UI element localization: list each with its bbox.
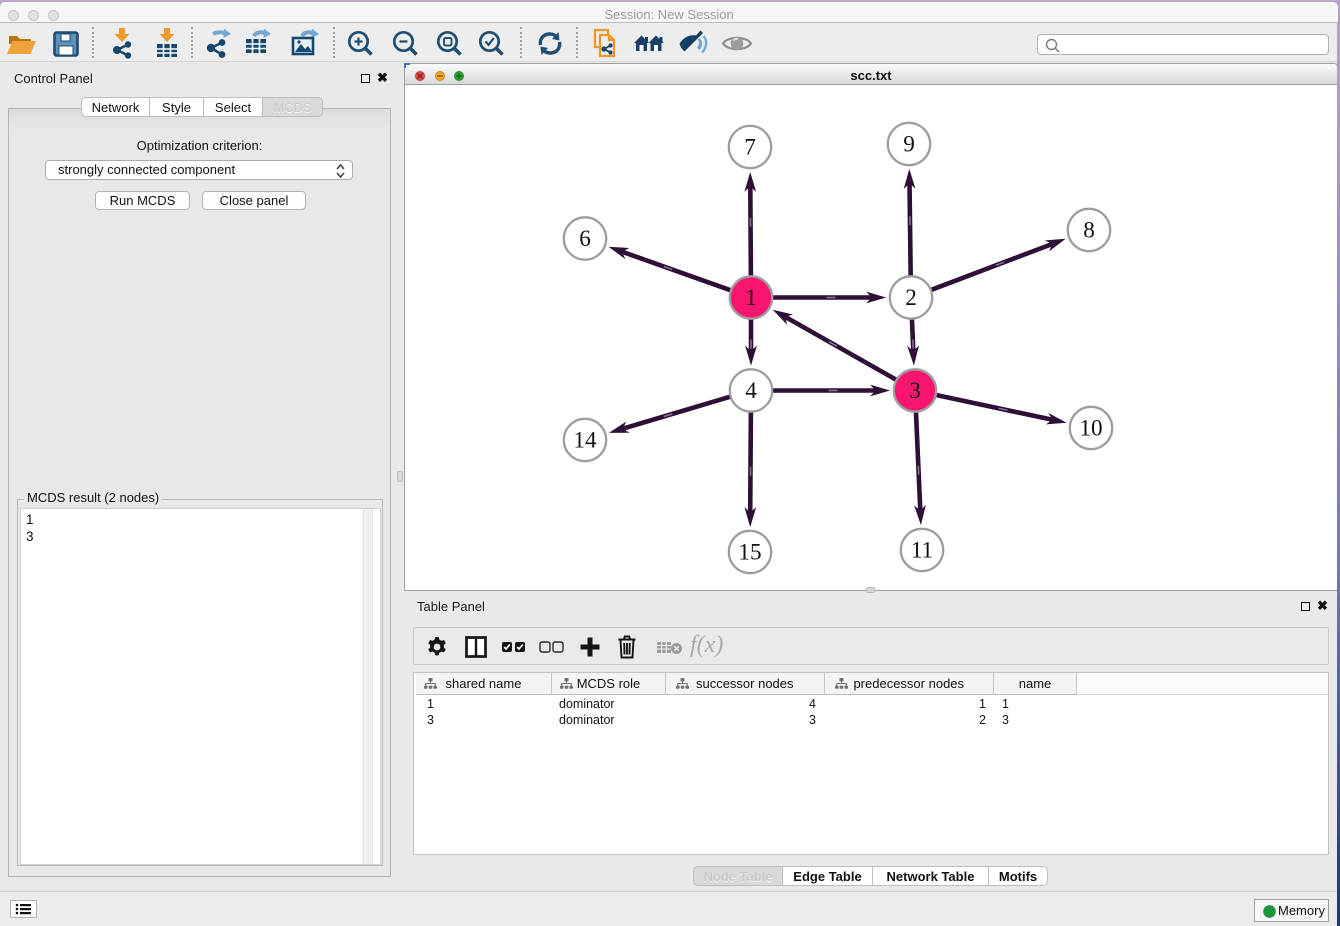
svg-text:11: 11 (911, 538, 933, 564)
svg-text:7: 7 (744, 135, 756, 161)
svg-text:1: 1 (745, 285, 757, 311)
svg-text:15: 15 (738, 540, 761, 566)
svg-text:2: 2 (905, 285, 917, 311)
svg-text:8: 8 (1083, 218, 1095, 244)
svg-text:3: 3 (909, 378, 921, 404)
svg-text:6: 6 (579, 226, 591, 252)
svg-text:14: 14 (573, 428, 597, 454)
svg-text:9: 9 (903, 132, 915, 158)
svg-text:4: 4 (745, 378, 757, 404)
svg-text:10: 10 (1079, 416, 1102, 442)
